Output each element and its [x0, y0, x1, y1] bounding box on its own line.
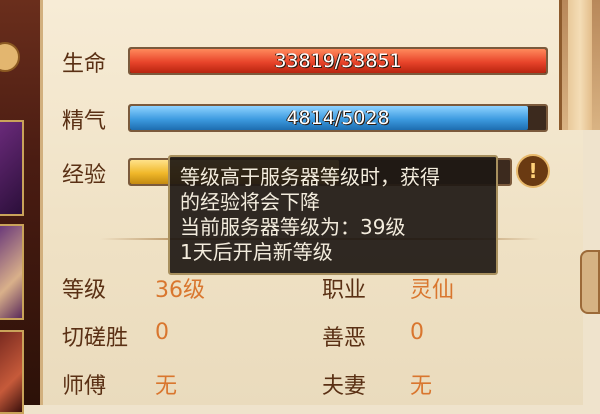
exp-penalty-tooltip: 等级高于服务器等级时，获得 的经验将会下降 当前服务器等级为：39级 1天后开启… [168, 155, 498, 275]
hp-label: 生命 [62, 52, 107, 77]
party-portrait-2[interactable] [0, 224, 24, 320]
exclamation-icon[interactable]: ! [516, 154, 550, 188]
class-value: 灵仙 [410, 278, 455, 303]
level-label: 等级 [62, 278, 107, 303]
class-label: 职业 [322, 278, 367, 303]
panel-frame-ornament [559, 0, 600, 130]
duel-wins-label: 切磋胜 [62, 326, 129, 351]
frame-ornament [0, 42, 20, 72]
spouse-value: 无 [410, 374, 433, 399]
spouse-label: 夫妻 [322, 374, 367, 399]
duel-wins-value: 0 [155, 320, 169, 345]
tooltip-line: 1天后开启新等级 [180, 240, 333, 264]
hp-value: 33819/33851 [274, 50, 402, 72]
hp-bar: 33819/33851 [128, 47, 548, 75]
karma-value: 0 [410, 320, 424, 345]
spirit-value: 4814/5028 [286, 107, 390, 129]
party-portrait-strip [0, 0, 40, 414]
spirit-label: 精气 [62, 109, 107, 134]
karma-label: 善恶 [322, 326, 367, 351]
master-value: 无 [155, 374, 178, 399]
tooltip-line: 的经验将会下降 [180, 190, 320, 214]
tooltip-line: 当前服务器等级为：39级 [180, 215, 406, 239]
exp-label: 经验 [62, 163, 107, 188]
party-portrait-1[interactable] [0, 120, 24, 216]
level-value: 36级 [155, 278, 205, 303]
party-portrait-3[interactable] [0, 330, 24, 414]
side-scroll-handle[interactable] [580, 250, 600, 314]
master-label: 师傅 [62, 374, 107, 399]
spirit-bar: 4814/5028 [128, 104, 548, 132]
tooltip-line: 等级高于服务器等级时，获得 [180, 165, 440, 189]
